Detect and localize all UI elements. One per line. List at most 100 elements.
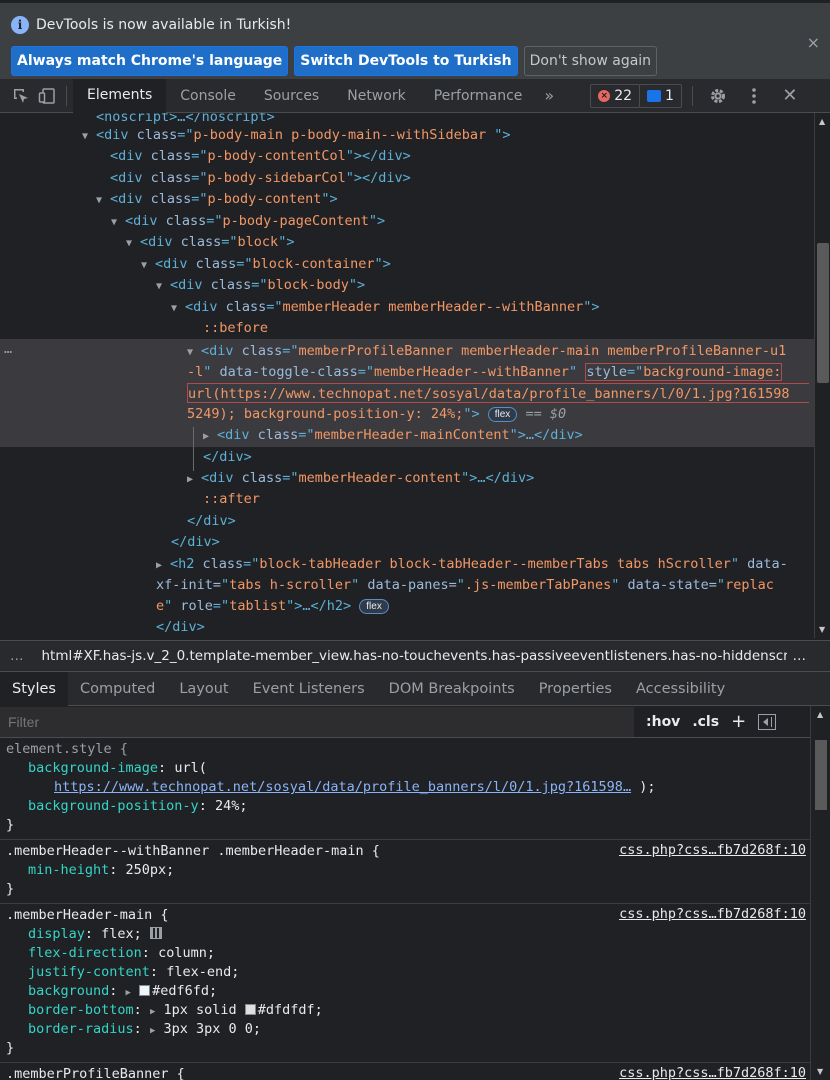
- tab-layout[interactable]: Layout: [167, 672, 240, 706]
- language-infobar: i DevTools is now available in Turkish! …: [0, 0, 830, 79]
- toolbar-separator: [691, 85, 693, 106]
- selected-tree-node[interactable]: ▼ <div class="memberProfileBanner memberH…: [187, 341, 786, 363]
- style-declaration[interactable]: border-bottom: ▶ 1px solid #dfdfdf;: [6, 1001, 804, 1020]
- tree-node[interactable]: <div class="p-body-sidebarCol"></div>: [110, 168, 411, 190]
- tab-accessibility[interactable]: Accessibility: [624, 672, 737, 706]
- color-swatch[interactable]: [244, 1004, 256, 1015]
- rule-source-link[interactable]: css.php?css…fb7d268f:10: [619, 1065, 806, 1080]
- rule-close: }: [6, 881, 15, 897]
- tab-console[interactable]: Console: [166, 79, 250, 113]
- tree-node[interactable]: ▼ <div class="block-body">: [156, 275, 365, 297]
- style-rule[interactable]: css.php?css…fb7d268f:10 .memberHeader-ma…: [0, 904, 810, 1063]
- tab-computed[interactable]: Computed: [68, 672, 167, 706]
- switch-to-turkish-button[interactable]: Switch DevTools to Turkish: [294, 46, 518, 76]
- errors-counter-button[interactable]: × 22: [590, 83, 641, 108]
- style-rule[interactable]: css.php?css…fb7d268f:10 .memberHeader--w…: [0, 840, 810, 904]
- style-rule[interactable]: css.php?css…fb7d268f:10 .memberProfileBa…: [0, 1063, 810, 1080]
- more-tabs-chevron-icon[interactable]: »: [536, 79, 562, 113]
- new-style-rule-plus-icon[interactable]: +: [731, 711, 746, 732]
- inspect-element-icon[interactable]: [8, 83, 34, 109]
- breadcrumb-scroll-left[interactable]: …: [10, 648, 24, 664]
- tree-node[interactable]: ▼ <div class="block-container">: [141, 254, 391, 276]
- style-declaration-url[interactable]: https://www.technopat.net/sosyal/data/pr…: [6, 778, 804, 797]
- tree-node[interactable]: ▶ <div class="memberHeader-content">…</di…: [187, 468, 534, 490]
- rule-close: }: [6, 817, 15, 833]
- pseudo-before-node[interactable]: ::before: [203, 318, 268, 340]
- tab-sources[interactable]: Sources: [250, 79, 333, 113]
- styles-scrollbar[interactable]: ▲ ▼: [810, 706, 830, 1080]
- selected-tree-node-cont[interactable]: -l" data-toggle-class="memberHeader--wit…: [187, 362, 783, 384]
- pseudo-after-node[interactable]: ::after: [203, 489, 260, 511]
- tab-styles[interactable]: Styles: [0, 671, 68, 706]
- elements-tree[interactable]: … <noscript>…</noscript> ▼ <div class="p-…: [0, 113, 814, 638]
- tree-node[interactable]: ▶ <div class="memberHeader-mainContent">……: [203, 425, 583, 447]
- style-declaration[interactable]: background: ▶ #edf6fd;: [6, 982, 804, 1001]
- flexbox-editor-icon[interactable]: [149, 927, 162, 939]
- selected-tree-node-style[interactable]: url(https://www.technopat.net/sosyal/dat…: [187, 383, 809, 405]
- styles-filter-input[interactable]: [0, 706, 634, 737]
- tab-dom-breakpoints[interactable]: DOM Breakpoints: [377, 672, 527, 706]
- tree-node-close[interactable]: </div>: [203, 447, 252, 469]
- more-options-kebab-icon[interactable]: [741, 83, 767, 109]
- settings-gear-icon[interactable]: [705, 83, 731, 109]
- breadcrumb-item[interactable]: html#XF.has-js.v_2_0.template-member_vie…: [42, 648, 787, 664]
- tree-node-h2-cont[interactable]: xf-init="tabs h-scroller" data-panes=".j…: [156, 575, 774, 597]
- tab-event-listeners[interactable]: Event Listeners: [241, 672, 377, 706]
- always-match-language-button[interactable]: Always match Chrome's language: [11, 46, 289, 76]
- style-declaration[interactable]: flex-direction: column;: [6, 944, 804, 963]
- styles-filter-bar: :hov .cls +: [0, 706, 810, 738]
- banner-url-link[interactable]: https://www.technopat.net/sosyal/data/pr…: [54, 779, 631, 795]
- expand-triangle-icon[interactable]: ▶: [150, 1007, 155, 1017]
- expand-triangle-icon[interactable]: ▶: [150, 1026, 155, 1036]
- tree-node[interactable]: ▼ <div class="p-body-pageContent">: [111, 211, 385, 233]
- breadcrumb: … html#XF.has-js.v_2_0.template-member_v…: [0, 640, 830, 672]
- style-declaration[interactable]: min-height: 250px;: [6, 861, 804, 880]
- node-options-ellipsis[interactable]: …: [4, 339, 12, 361]
- main-toolbar: Elements Console Sources Network Perform…: [0, 78, 830, 113]
- style-declaration[interactable]: border-radius: ▶ 3px 3px 0 0;: [6, 1020, 804, 1039]
- tree-node-close[interactable]: </div>: [156, 617, 205, 638]
- message-icon: [647, 89, 662, 102]
- rule-source-link[interactable]: css.php?css…fb7d268f:10: [619, 906, 806, 922]
- breadcrumb-scroll-right[interactable]: …: [793, 648, 807, 664]
- error-icon: ×: [598, 89, 611, 102]
- style-declaration[interactable]: justify-content: flex-end;: [6, 963, 804, 982]
- tree-node[interactable]: ▼ <div class="memberHeader memberHeader--…: [171, 297, 600, 319]
- messages-counter-button[interactable]: 1: [639, 83, 682, 108]
- close-devtools-icon[interactable]: ✕: [777, 83, 803, 109]
- tree-node[interactable]: ▼ <div class="p-body-main p-body-main--wi…: [82, 125, 511, 147]
- tree-node[interactable]: ▼ <div class="p-body-content">: [96, 189, 338, 211]
- rule-close: }: [6, 1040, 15, 1056]
- rule-source-link[interactable]: css.php?css…fb7d268f:10: [619, 842, 806, 858]
- tree-node[interactable]: ▼ <div class="block">: [126, 232, 294, 254]
- tab-network[interactable]: Network: [333, 79, 419, 113]
- color-swatch[interactable]: [139, 985, 151, 996]
- style-declaration[interactable]: background-position-y: 24%;: [6, 797, 804, 816]
- expand-triangle-icon[interactable]: ▶: [126, 988, 131, 998]
- close-icon[interactable]: ×: [807, 33, 820, 52]
- infobar-message-row: i DevTools is now available in Turkish!: [11, 16, 291, 34]
- tree-node-h2[interactable]: ▶ <h2 class="block-tabHeader block-tabHea…: [156, 554, 788, 576]
- toolbar-separator: [66, 85, 67, 106]
- style-declaration[interactable]: display: flex;: [6, 925, 804, 944]
- errors-count: 22: [614, 87, 633, 104]
- tab-elements[interactable]: Elements: [73, 78, 167, 113]
- tab-performance[interactable]: Performance: [420, 79, 537, 113]
- dont-show-again-button[interactable]: Don't show again: [523, 46, 658, 76]
- style-declaration[interactable]: background-image: url(: [6, 759, 804, 778]
- hover-state-toggle[interactable]: :hov: [646, 714, 680, 730]
- toggle-sidebar-icon[interactable]: [758, 713, 777, 730]
- tree-node-h2-end[interactable]: e" role="tablist">…</h2> flex: [156, 596, 389, 618]
- tree-node-close[interactable]: </div>: [171, 532, 220, 554]
- device-toolbar-icon[interactable]: [34, 83, 60, 109]
- style-rule-element[interactable]: element.style { background-image: url( h…: [0, 738, 810, 840]
- flex-badge[interactable]: flex: [359, 598, 389, 614]
- tree-node[interactable]: <div class="p-body-contentCol"></div>: [110, 146, 411, 168]
- tree-node-close[interactable]: </div>: [187, 511, 236, 533]
- tree-scrollbar[interactable]: ▲ ▼: [814, 113, 830, 638]
- flex-badge[interactable]: flex: [487, 406, 518, 422]
- class-toggle[interactable]: .cls: [692, 714, 719, 730]
- styles-pane[interactable]: element.style { background-image: url( h…: [0, 738, 810, 1080]
- selected-tree-node-style-end[interactable]: 5249); background-position-y: 24%;"> fle…: [187, 404, 566, 426]
- tab-properties[interactable]: Properties: [527, 672, 624, 706]
